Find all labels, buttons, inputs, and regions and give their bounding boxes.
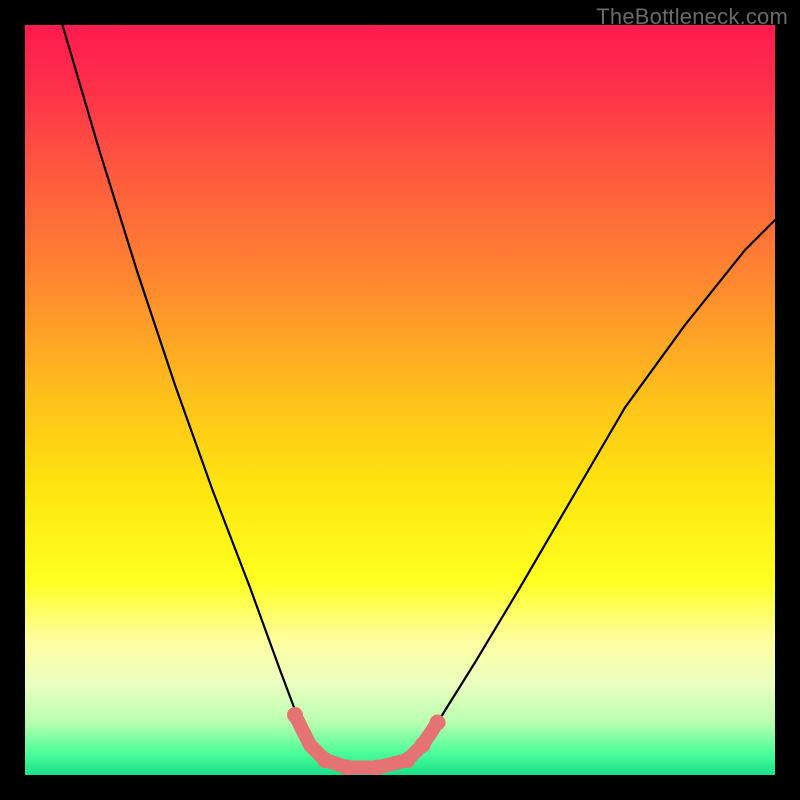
- plot-area: [25, 25, 775, 775]
- chart-stage: TheBottleneck.com: [0, 0, 800, 800]
- gradient-background: [25, 25, 775, 775]
